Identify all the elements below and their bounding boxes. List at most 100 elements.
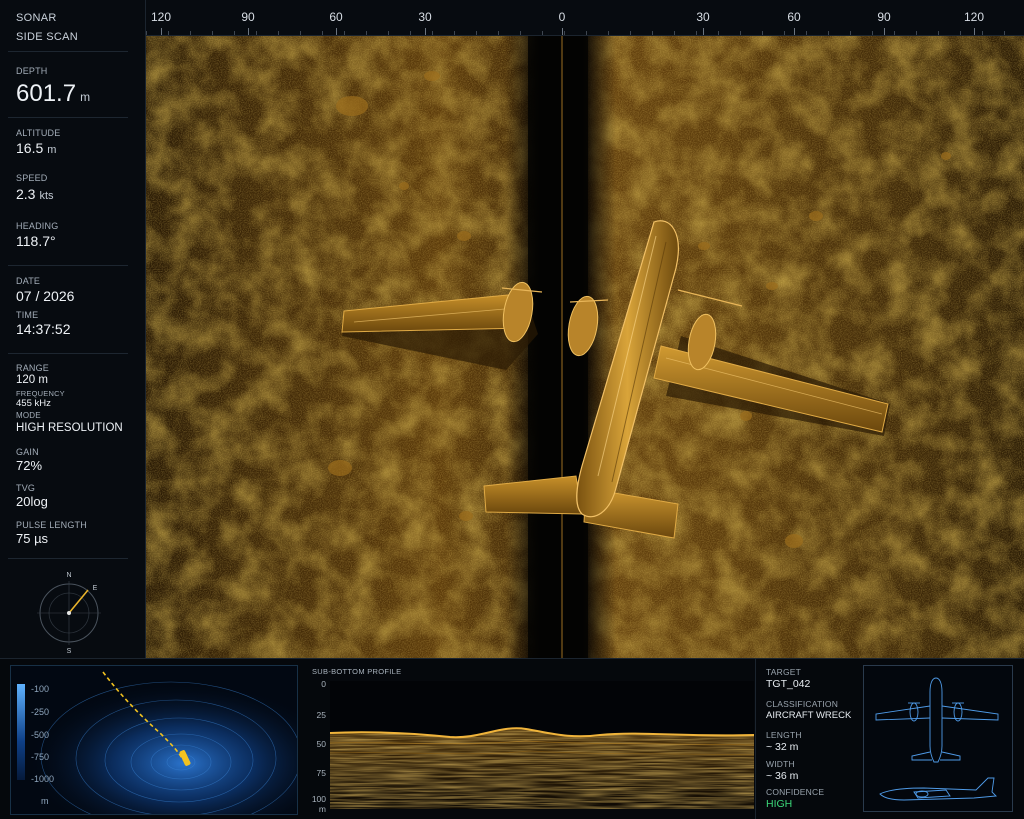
date-label: DATE [16,276,41,286]
speed-label: SPEED [16,173,48,183]
target-id: TGT_042 [766,678,811,690]
legend-unit: m [41,796,49,806]
scale-tick-major [884,28,885,35]
scale-label: 120 [963,10,985,24]
tvg-value: 20log [16,494,48,509]
scale-tick [630,31,631,35]
aircraft-blueprint-icon [875,677,999,801]
length-label: LENGTH [766,730,802,740]
date-value: 07 / 2026 [16,288,75,304]
sonar-waterfall [146,36,1024,658]
scale-tick-major [161,28,162,35]
legend-label: -250 [31,707,50,717]
scale-label: 30 [696,10,710,24]
speed-unit: kts [39,190,54,202]
app-title: SONAR [16,12,57,24]
scale-tick [300,31,301,35]
divider [8,265,128,266]
profile-unit: m [318,804,326,814]
scale-tick [476,31,477,35]
divider [8,353,128,354]
side-scan-image[interactable] [146,36,1024,658]
speed-readout: 2.3 kts [16,186,54,202]
scale-tick [256,31,257,35]
scale-tick [740,31,741,35]
scale-label: 90 [877,10,891,24]
scale-tick [696,31,697,35]
compass-north-label: N [66,572,71,579]
scale-label: 0 [558,10,566,24]
telemetry-panel: SONAR SIDE SCAN DEPTH 601.7 m ALTITUDE 16… [0,0,146,658]
scale-tick [938,31,939,35]
legend-label: -500 [31,730,50,740]
divider [8,51,128,52]
range-label: RANGE [16,363,50,373]
scale-tick [784,31,785,35]
compass-icon: N S E [37,572,101,654]
heading-label: HEADING [16,221,59,231]
scale-tick [718,31,719,35]
pulse-length-label: PULSE LENGTH [16,520,87,530]
speed-value: 2.3 [16,186,36,202]
profile-tick: 25 [316,710,326,720]
scale-tick-major [336,28,337,35]
scale-tick [344,31,345,35]
divider [8,558,128,559]
scale-tick [366,31,367,35]
profile-tick: 100 [311,794,326,804]
divider [755,659,756,819]
confidence-label: CONFIDENCE [766,787,825,797]
time-value: 14:37:52 [16,321,71,337]
scale-tick [234,31,235,35]
compass-east-label: E [93,585,98,592]
scale-tick [542,31,543,35]
range-value: 120 m [16,374,48,386]
altitude-unit: m [47,144,57,156]
time-label: TIME [16,310,39,320]
scale-tick [586,31,587,35]
tvg-label: TVG [16,483,36,493]
scale-tick-major [974,28,975,35]
aircraft-blueprint [863,665,1013,812]
confidence-value: HIGH [766,798,793,810]
scale-tick [432,31,433,35]
altitude-value: 16.5 [16,140,44,156]
scale-tick [916,31,917,35]
scale-tick [982,31,983,35]
divider [8,117,128,118]
depth-label: DEPTH [16,66,48,76]
profile-tick: 75 [316,768,326,778]
scale-tick [960,31,961,35]
bathymetry-plot [11,666,297,814]
gain-label: GAIN [16,447,39,457]
scale-tick [520,31,521,35]
scale-tick-major [425,28,426,35]
gain-value: 72% [16,458,43,473]
bathymetry-map[interactable]: -100 -250 -500 -750 -1000 m [10,665,298,815]
mode-label: MODE [16,411,41,420]
scale-tick [674,31,675,35]
profile-tick: 0 [321,679,326,689]
width-label: WIDTH [766,759,795,769]
scale-tick [212,31,213,35]
legend-label: -750 [31,752,50,762]
scale-tick [1004,31,1005,35]
scale-tick [454,31,455,35]
scale-tick [146,31,147,35]
heading-value: 118.7° [16,233,56,249]
altitude-readout: 16.5 m [16,140,56,156]
legend-label: -100 [31,684,50,694]
width-value: ~ 36 m [766,770,799,782]
scale-tick [872,31,873,35]
scale-tick [564,31,565,35]
legend-label: -1000 [31,774,55,784]
scale-tick-major [248,28,249,35]
range-scale: 120 90 60 30 0 30 60 90 120 [146,0,1024,36]
scale-label: 60 [787,10,801,24]
profile-plot [330,681,754,809]
scale-label: 90 [241,10,255,24]
scale-tick-major [794,28,795,35]
scale-tick-major [703,28,704,35]
scale-tick [850,31,851,35]
sub-bottom-profile[interactable]: SUB-BOTTOM PROFILE 0 25 50 75 100 m [306,665,754,815]
